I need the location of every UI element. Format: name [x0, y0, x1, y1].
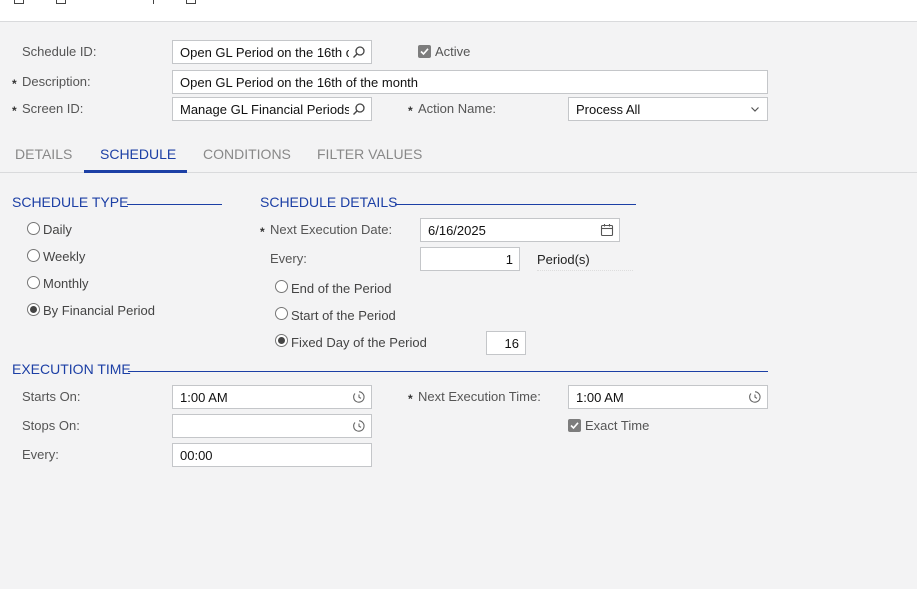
active-label: Active [435, 44, 471, 59]
active-tab-indicator [84, 170, 187, 173]
schedule-id-value: Open GL Period on the 16th of the month [180, 45, 349, 60]
next-execution-date-value: 6/16/2025 [428, 223, 486, 238]
next-execution-time-label: Next Execution Time: [418, 389, 541, 404]
radio-fixed-day[interactable] [275, 334, 288, 347]
clock-icon[interactable] [748, 390, 762, 404]
check-icon [570, 422, 579, 430]
action-name-select[interactable]: Process All [568, 97, 768, 121]
execution-time-title: EXECUTION TIME [12, 361, 131, 377]
exact-time-label: Exact Time [585, 418, 650, 433]
toolbar-icon-4[interactable] [186, 0, 196, 4]
period-unit-text: Period(s) [537, 252, 590, 267]
section-divider [127, 204, 222, 205]
screen-id-field[interactable]: Manage GL Financial Periods [172, 97, 372, 121]
schedule-details-title: SCHEDULE DETAILS [260, 194, 398, 210]
radio-fixed-day-label: Fixed Day of the Period [291, 335, 427, 350]
radio-start-of-period[interactable] [275, 307, 288, 320]
starts-on-value: 1:00 AM [180, 390, 228, 405]
section-divider [128, 371, 768, 372]
description-field[interactable]: Open GL Period on the 16th of the month [172, 70, 768, 94]
radio-by-financial-period[interactable] [27, 303, 40, 316]
stops-on-field[interactable] [172, 414, 372, 438]
tab-conditions[interactable]: CONDITIONS [203, 146, 291, 162]
toolbar [0, 0, 917, 22]
radio-end-of-period[interactable] [275, 280, 288, 293]
radio-weekly-label: Weekly [43, 249, 86, 264]
tab-details[interactable]: DETAILS [15, 146, 72, 162]
radio-end-of-period-label: End of the Period [291, 281, 392, 296]
required-marker: * [408, 104, 413, 118]
active-checkbox[interactable] [418, 45, 431, 58]
clock-icon[interactable] [352, 390, 366, 404]
toolbar-icon-2[interactable] [56, 0, 66, 4]
search-icon[interactable] [352, 45, 366, 59]
radio-weekly[interactable] [27, 249, 40, 262]
required-marker: * [408, 392, 413, 406]
toolbar-icon-3[interactable] [144, 0, 154, 4]
next-execution-date-label: Next Execution Date: [270, 222, 393, 237]
schedule-id-field[interactable]: Open GL Period on the 16th of the month [172, 40, 372, 64]
toolbar-icon-1[interactable] [14, 0, 24, 4]
screen-id-value: Manage GL Financial Periods [180, 102, 349, 117]
execution-every-field[interactable]: 00:00 [172, 443, 372, 467]
next-execution-date-field[interactable]: 6/16/2025 [420, 218, 620, 242]
tab-schedule[interactable]: SCHEDULE [100, 146, 176, 162]
starts-on-field[interactable]: 1:00 AM [172, 385, 372, 409]
starts-on-label: Starts On: [22, 389, 81, 404]
every-periods-value: 1 [505, 252, 513, 267]
screen-id-label: Screen ID: [22, 101, 84, 116]
required-marker: * [12, 77, 17, 91]
stops-on-label: Stops On: [22, 418, 80, 433]
radio-monthly-label: Monthly [43, 276, 89, 291]
action-name-value: Process All [576, 102, 641, 117]
radio-daily[interactable] [27, 222, 40, 235]
execution-every-label: Every: [22, 447, 59, 462]
radio-daily-label: Daily [43, 222, 72, 237]
exact-time-checkbox[interactable] [568, 419, 581, 432]
clock-icon[interactable] [352, 419, 366, 433]
schedule-id-label: Schedule ID: [22, 44, 97, 59]
section-divider [395, 204, 636, 205]
next-execution-time-value: 1:00 AM [576, 390, 624, 405]
every-periods-field[interactable]: 1 [420, 247, 520, 271]
fixed-day-value: 16 [504, 336, 519, 351]
execution-every-value: 00:00 [180, 448, 213, 463]
chevron-down-icon[interactable] [748, 102, 762, 116]
fixed-day-field[interactable]: 16 [486, 331, 526, 355]
radio-start-of-period-label: Start of the Period [291, 308, 396, 323]
calendar-icon[interactable] [600, 223, 614, 237]
required-marker: * [260, 225, 265, 239]
radio-by-financial-period-label: By Financial Period [43, 303, 155, 318]
required-marker: * [12, 104, 17, 118]
every-label: Every: [270, 251, 307, 266]
search-icon[interactable] [352, 102, 366, 116]
period-unit-label: Period(s) [537, 252, 633, 271]
action-name-label: Action Name: [418, 101, 497, 116]
radio-monthly[interactable] [27, 276, 40, 289]
check-icon [420, 48, 429, 56]
description-label: Description: [22, 74, 91, 89]
description-value: Open GL Period on the 16th of the month [180, 75, 419, 90]
schedule-type-title: SCHEDULE TYPE [12, 194, 129, 210]
next-execution-time-field[interactable]: 1:00 AM [568, 385, 768, 409]
tab-filter-values[interactable]: FILTER VALUES [317, 146, 422, 162]
